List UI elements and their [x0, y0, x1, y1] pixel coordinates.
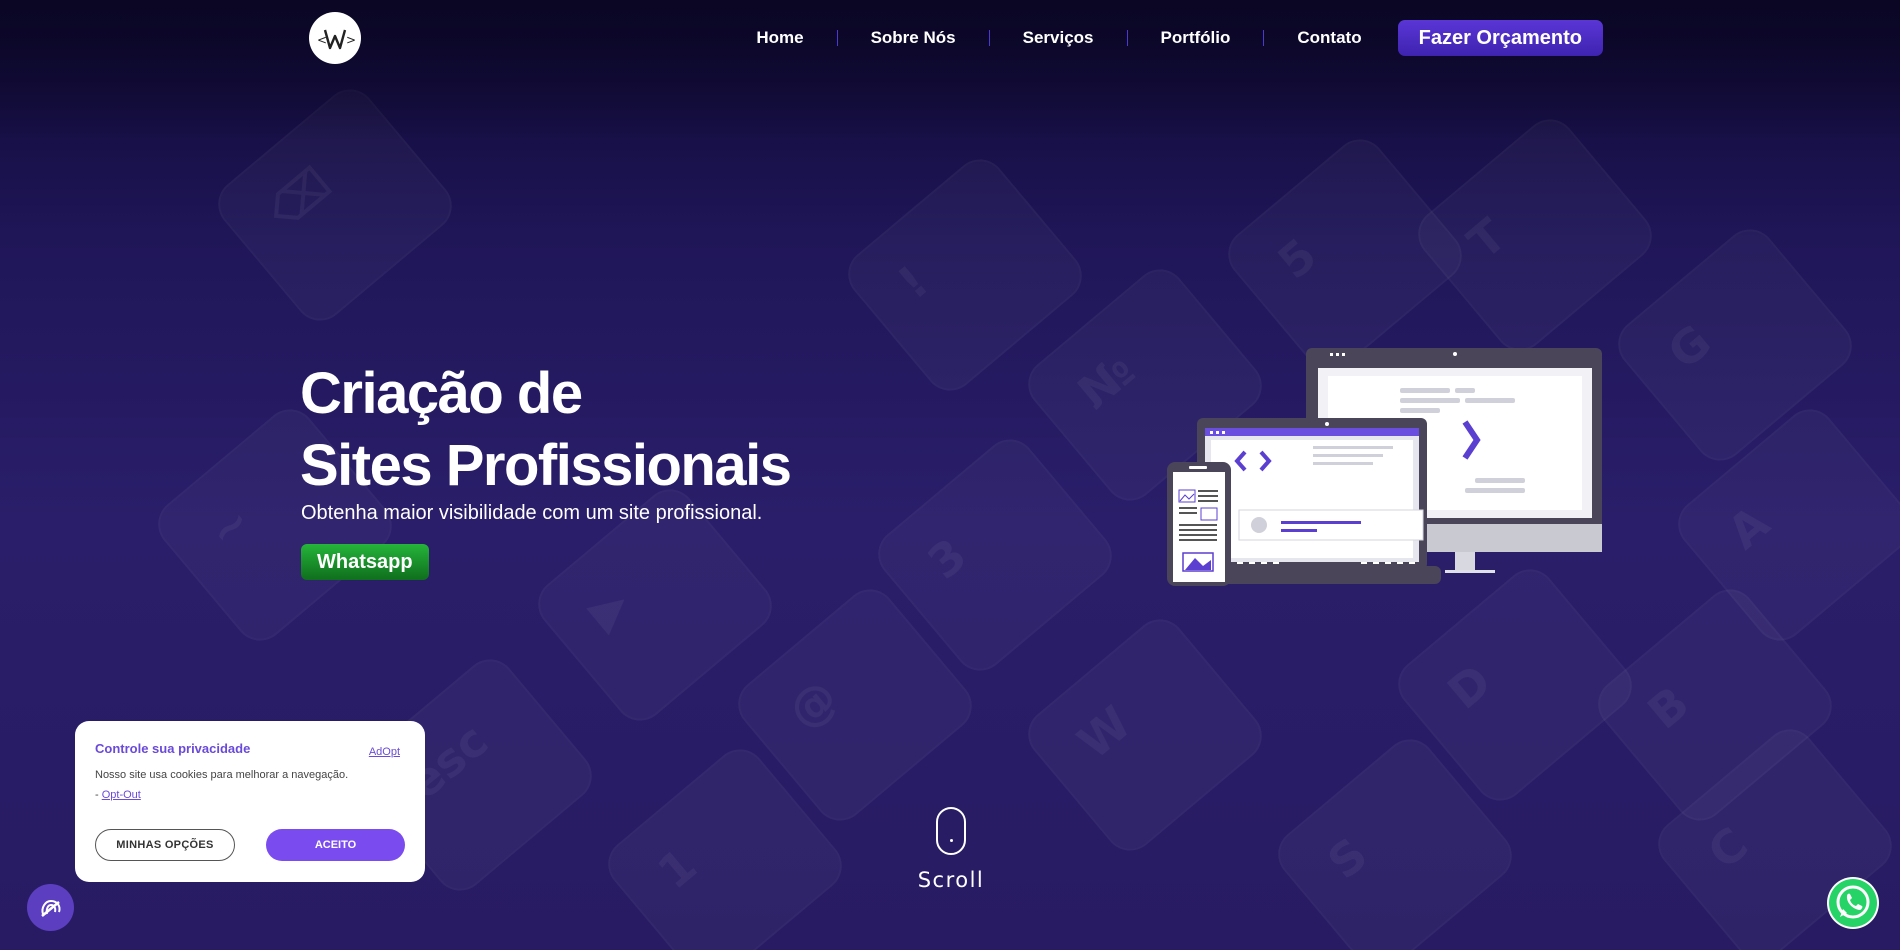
privacy-fingerprint-icon: [40, 899, 60, 917]
bg-key: G: [1608, 219, 1863, 471]
my-options-button[interactable]: MINHAS OPÇÕES: [95, 829, 235, 861]
accept-button[interactable]: ACEITO: [266, 829, 405, 861]
w-logo-icon: < >: [317, 29, 356, 50]
cookie-optout-line: - Opt-Out: [95, 789, 141, 801]
hero-title-line-2: Sites Profissionais: [300, 433, 792, 498]
cookie-title: Controle sua privacidade: [95, 741, 251, 756]
bg-key: W: [1018, 609, 1273, 861]
cookie-banner: Controle sua privacidade AdOpt Nosso sit…: [75, 721, 425, 882]
hero-title-line-1: Criação de: [300, 361, 583, 426]
devices-illustration: [1167, 348, 1602, 586]
whatsapp-float-button[interactable]: [1827, 877, 1879, 929]
cookie-text: Nosso site usa cookies para melhorar a n…: [95, 769, 349, 781]
bg-key: 1: [598, 739, 853, 950]
quote-button[interactable]: Fazer Orçamento: [1397, 20, 1603, 56]
nav-home[interactable]: Home: [723, 28, 836, 48]
hero-subtitle: Obtenha maior visibilidade com um site p…: [301, 502, 763, 524]
optout-prefix: -: [95, 789, 102, 801]
nav-portfolio[interactable]: Portfólio: [1128, 28, 1264, 48]
privacy-settings-button[interactable]: [27, 884, 74, 931]
bg-key: !: [838, 149, 1093, 401]
mouse-scroll-icon[interactable]: [936, 807, 966, 855]
bg-key: T: [1408, 109, 1663, 361]
bg-key: D: [1388, 559, 1643, 811]
nav-sobre-nos[interactable]: Sobre Nós: [838, 28, 989, 48]
nav-contato[interactable]: Contato: [1264, 28, 1394, 48]
bg-key: 3: [868, 429, 1123, 681]
nav-servicos[interactable]: Serviços: [990, 28, 1127, 48]
adopt-link[interactable]: AdOpt: [369, 746, 400, 758]
mouse-wheel-dot: [950, 839, 953, 842]
hero-title: Criação de Sites Profissionais: [300, 358, 792, 502]
site-header: < > Home Sobre Nós Serviços Portfólio Co…: [0, 0, 1900, 80]
main-nav: Home Sobre Nós Serviços Portfólio Contat…: [723, 18, 1603, 58]
optout-link[interactable]: Opt-Out: [102, 789, 141, 801]
logo[interactable]: < >: [309, 12, 361, 64]
bg-key: A: [1668, 399, 1900, 651]
scroll-label[interactable]: Scroll: [900, 868, 1002, 892]
bg-key: @: [728, 579, 983, 831]
bg-key: B: [1588, 579, 1843, 831]
whatsapp-button[interactable]: Whatsapp: [301, 544, 429, 580]
whatsapp-icon: [1829, 879, 1877, 927]
bg-key: S: [1268, 729, 1523, 950]
svg-text:>: >: [346, 33, 356, 47]
